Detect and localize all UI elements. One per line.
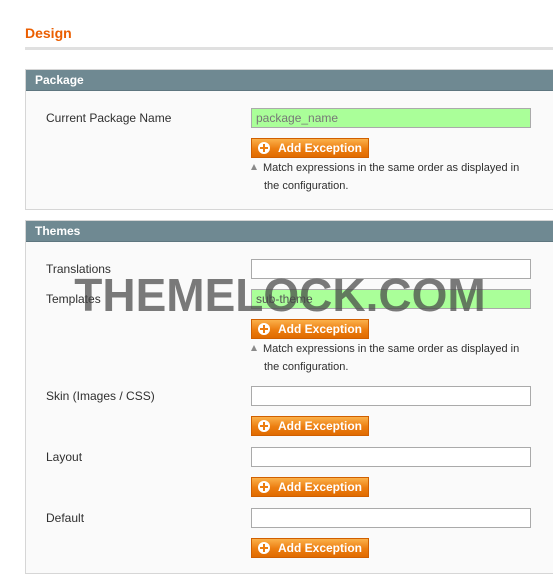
title-divider (25, 47, 553, 50)
translations-input[interactable] (251, 259, 531, 279)
layout-input[interactable] (251, 447, 531, 467)
package-section: Package Current Package Name Add Excepti… (25, 69, 553, 210)
add-exception-label: Add Exception (278, 419, 363, 433)
note-line-1: Match expressions in the same order as d… (263, 162, 520, 174)
skin-add-exception-button[interactable]: Add Exception (251, 416, 369, 436)
themes-section: Themes Translations Templates Add Except… (25, 220, 553, 574)
package-add-exception-button[interactable]: Add Exception (251, 138, 369, 158)
package-exception-note: Match expressions in the same order as d… (251, 159, 541, 195)
layout-label: Layout (46, 450, 83, 464)
note-line-2: the configuration. (264, 361, 349, 373)
plus-circle-icon (258, 323, 270, 335)
add-exception-label: Add Exception (278, 541, 363, 555)
default-label: Default (46, 511, 85, 525)
layout-add-exception-button[interactable]: Add Exception (251, 477, 369, 497)
note-line-1: Match expressions in the same order as d… (263, 343, 520, 355)
add-exception-label: Add Exception (278, 322, 363, 336)
current-package-name-label: Current Package Name (46, 111, 172, 125)
skin-input[interactable] (251, 386, 531, 406)
triangle-up-icon (251, 164, 257, 170)
plus-circle-icon (258, 142, 270, 154)
templates-input[interactable] (251, 289, 531, 309)
package-section-header[interactable]: Package (26, 70, 553, 91)
themes-section-header[interactable]: Themes (26, 221, 553, 242)
skin-label: Skin (Images / CSS) (46, 389, 155, 403)
templates-exception-note: Match expressions in the same order as d… (251, 340, 541, 376)
triangle-up-icon (251, 345, 257, 351)
plus-circle-icon (258, 420, 270, 432)
page-title: Design (25, 25, 72, 41)
note-line-2: the configuration. (264, 180, 349, 192)
templates-label: Templates (46, 292, 101, 306)
plus-circle-icon (258, 481, 270, 493)
add-exception-label: Add Exception (278, 480, 363, 494)
translations-label: Translations (46, 262, 111, 276)
add-exception-label: Add Exception (278, 141, 363, 155)
current-package-name-input[interactable] (251, 108, 531, 128)
default-add-exception-button[interactable]: Add Exception (251, 538, 369, 558)
default-input[interactable] (251, 508, 531, 528)
plus-circle-icon (258, 542, 270, 554)
templates-add-exception-button[interactable]: Add Exception (251, 319, 369, 339)
